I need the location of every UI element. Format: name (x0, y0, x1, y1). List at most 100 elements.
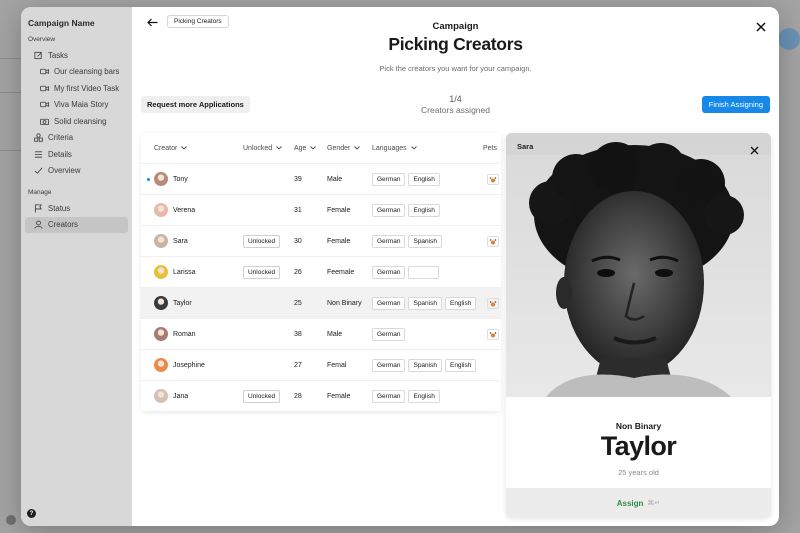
page-header: Campaign Picking Creators Pick the creat… (132, 21, 779, 73)
sidebar-item-label: My first Video Task (54, 83, 120, 93)
creator-cell: Sara (154, 226, 188, 256)
language-chip: German (372, 265, 406, 279)
creator-age: 25 years old (618, 468, 659, 477)
avatar (154, 358, 168, 372)
age-cell: 26 (294, 268, 302, 276)
age-cell: 31 (294, 206, 302, 214)
unlocked-cell: Unlocked (243, 257, 281, 287)
sidebar-item-solid-cleansing[interactable]: Solid cleansing (25, 113, 128, 130)
age-cell: 38 (294, 330, 302, 338)
table-row[interactable]: Josephine 27 Femal German Spanish English (141, 350, 501, 381)
avatar (154, 203, 168, 217)
creator-info: Non Binary Taylor 25 years old (506, 397, 771, 488)
creator-name: Taylor (600, 431, 677, 461)
background-help-icon (6, 515, 16, 525)
table-row[interactable]: Larissa Unlocked 26 Feemale German (141, 257, 501, 288)
table-row[interactable]: Taylor 25 Non Binary German Spanish English (141, 288, 501, 319)
pet-icon (487, 235, 499, 247)
table-header: Creator Unlocked Age Gender Languages Pe… (141, 133, 501, 164)
page-subtitle: Pick the creators you want for your camp… (379, 64, 532, 73)
sidebar-item-label: Solid cleansing (54, 116, 107, 126)
creator-cell: Verena (154, 195, 195, 225)
unlocked-cell: Unlocked (243, 226, 281, 256)
gender-cell: Male (327, 175, 343, 183)
page-title: Picking Creators (388, 34, 523, 54)
sidebar-item-creators[interactable]: Creators (25, 216, 128, 233)
check-icon (33, 166, 43, 176)
creator-cell: Josephine (154, 350, 205, 380)
camera-icon (39, 116, 49, 126)
sidebar-item-label: Viva Maia Story (54, 100, 109, 110)
creator-cell: Taylor (154, 288, 192, 318)
list-icon (33, 149, 43, 159)
languages-cell: German Spanish (372, 226, 445, 256)
languages-cell: German English (372, 195, 443, 225)
flag-icon (33, 203, 43, 213)
column-creator[interactable]: Creator (154, 133, 188, 163)
language-chip: German (372, 358, 406, 372)
column-languages[interactable]: Languages (372, 133, 417, 163)
chevron-down-icon (354, 146, 361, 150)
column-gender[interactable]: Gender (327, 133, 361, 163)
pets-cell (487, 164, 499, 194)
table-row[interactable]: Jana Unlocked 28 Female German English (141, 381, 501, 412)
language-chip (408, 265, 440, 279)
table-row[interactable]: Tony 39 Male German English (141, 164, 501, 195)
pet-icon (487, 173, 499, 185)
campaign-name: Campaign Name (28, 18, 95, 28)
language-chip: English (408, 203, 440, 217)
languages-cell: German English (372, 164, 443, 194)
help-icon[interactable]: ? (27, 509, 36, 518)
progress-label: Creators assigned (421, 105, 490, 115)
chevron-down-icon (276, 146, 283, 150)
table-row[interactable]: Sara Unlocked 30 Female German Spanish (141, 226, 501, 257)
unlocked-badge: Unlocked (243, 234, 281, 248)
finish-assigning-button[interactable]: Finish Assigning (701, 96, 770, 113)
main-content: Picking Creators Campaign Picking Creato… (132, 7, 779, 526)
sidebar-item-viva-maia-story[interactable]: Viva Maia Story (25, 97, 128, 114)
column-unlocked[interactable]: Unlocked (243, 133, 283, 163)
language-chip: English (444, 296, 477, 310)
column-pets[interactable]: Pets (483, 133, 497, 163)
gender-cell: Female (327, 237, 351, 245)
sidebar-item-our-cleansing-bars[interactable]: Our cleansing bars (25, 64, 128, 81)
gender-cell: Female (327, 206, 351, 214)
user-icon (33, 220, 43, 230)
sidebar-item-details[interactable]: Details (25, 146, 128, 163)
sidebar-item-criteria[interactable]: Criteria (25, 130, 128, 147)
creator-gender: Non Binary (615, 421, 662, 431)
unlocked-cell: Unlocked (243, 381, 281, 411)
sidebar-item-status[interactable]: Status (25, 200, 128, 217)
assign-button[interactable]: Assign ⌘↵ (506, 488, 771, 518)
sidebar-item-label: Tasks (48, 50, 68, 60)
chevron-down-icon (310, 146, 317, 150)
gender-cell: Non Binary (327, 299, 362, 307)
creators-table: Creator Unlocked Age Gender Languages Pe… (141, 133, 501, 412)
language-chip: Spanish (408, 296, 442, 310)
language-chip: German (372, 234, 406, 248)
assign-shortcut: ⌘↵ (647, 500, 661, 507)
age-cell: 25 (294, 299, 302, 307)
creator-cell: Larissa (154, 257, 196, 287)
sidebar-item-overview[interactable]: Overview (25, 163, 128, 180)
creator-cell: Jana (154, 381, 188, 411)
creator-name: Verena (173, 206, 196, 214)
sidebar-item-tasks[interactable]: Tasks (25, 47, 128, 64)
creator-name: Tony (173, 175, 188, 183)
language-chip: Spanish (408, 234, 442, 248)
creator-name: Roman (173, 330, 196, 338)
age-cell: 28 (294, 392, 302, 400)
sidebar-item-label: Criteria (48, 133, 74, 143)
pets-cell (487, 226, 499, 256)
chevron-down-icon (181, 146, 188, 150)
close-icon[interactable] (750, 142, 759, 155)
creator-name: Larissa (173, 268, 196, 276)
language-chip: German (372, 389, 406, 403)
detail-tab-name: Sara (517, 142, 534, 151)
avatar (154, 327, 168, 341)
table-row[interactable]: Roman 38 Male German (141, 319, 501, 350)
column-age[interactable]: Age (294, 133, 317, 163)
avatar (154, 265, 168, 279)
sidebar-item-my-first-video-task[interactable]: My first Video Task (25, 80, 128, 97)
table-row[interactable]: Verena 31 Female German English (141, 195, 501, 226)
